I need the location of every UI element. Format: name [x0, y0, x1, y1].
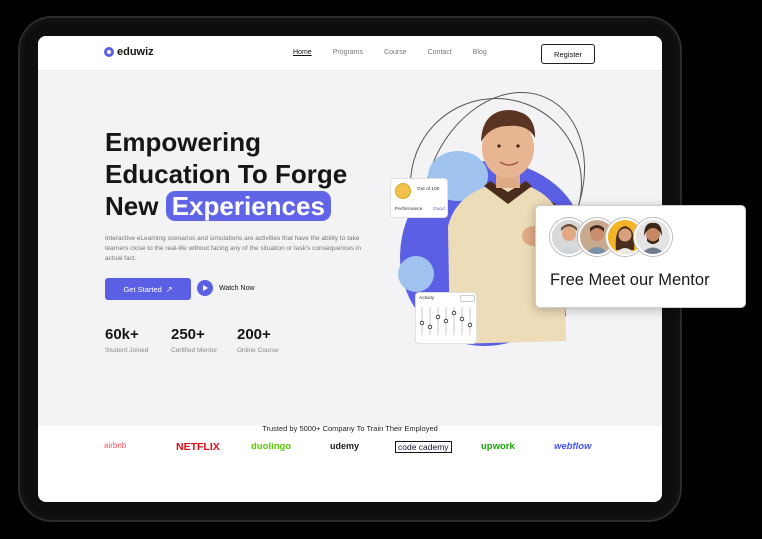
headline-line-2: Education To Forge [105, 159, 348, 189]
watch-now-button[interactable]: Watch Now [197, 280, 255, 296]
brand-upwork: upwork [481, 441, 515, 452]
hero-headline: Empowering Education To Forge New Experi… [105, 126, 347, 222]
stat-number: 200+ [237, 326, 271, 343]
navbar: eduwiz Home Programs Course Contact Blog… [38, 36, 662, 71]
get-started-label: Get Started [123, 284, 162, 294]
headline-line-3: New Experiences [105, 190, 347, 222]
score-left: Performance [395, 207, 423, 212]
stat-label: Certified Mentor [171, 347, 218, 354]
register-button[interactable]: Register [541, 44, 595, 64]
avatar [634, 218, 672, 256]
brand-netflix: NETFLIX [176, 441, 220, 453]
stat-label: Online Course [237, 347, 279, 354]
nav-link-home[interactable]: Home [293, 49, 312, 56]
nav-link-programs[interactable]: Programs [333, 49, 363, 56]
stat-label: Student Joined [105, 347, 149, 354]
brand-webflow: webflow [554, 441, 592, 452]
arrow-up-right-icon: ↗ [165, 284, 173, 294]
nav-links: Home Programs Course Contact Blog [293, 49, 508, 56]
stat-item: 200+ Online Course [237, 326, 303, 354]
mentor-avatars [550, 218, 680, 256]
nav-link-contact[interactable]: Contact [428, 49, 452, 56]
headline-highlight: Experiences [165, 191, 331, 221]
headline-new: New [105, 191, 159, 221]
score-chart-icon [395, 183, 411, 199]
activity-sliders [419, 307, 473, 335]
watch-now-label: Watch Now [219, 284, 255, 292]
play-icon [197, 280, 213, 296]
brand-airbnb: airbnb [104, 441, 127, 450]
logo[interactable]: eduwiz [104, 46, 154, 58]
brand-udemy: udemy [330, 441, 360, 451]
brand-logos: airbnb NETFLIX duolingo udemy code cadem… [98, 441, 618, 457]
mentor-popup[interactable]: Free Meet our Mentor [535, 205, 746, 308]
stats-row: 60k+ Student Joined 250+ Certified Mento… [105, 326, 303, 354]
nav-link-course[interactable]: Course [384, 49, 407, 56]
stat-number: 250+ [171, 326, 205, 343]
score-right: Good [433, 207, 445, 212]
nav-link-blog[interactable]: Blog [473, 49, 487, 56]
score-title: Out of 100 [417, 187, 440, 192]
stat-item: 250+ Certified Mentor [171, 326, 237, 354]
logo-text: eduwiz [117, 46, 154, 58]
stat-item: 60k+ Student Joined [105, 326, 171, 354]
trusted-text: Trusted by 5000+ Company To Train Their … [262, 424, 438, 433]
get-started-button[interactable]: Get Started ↗ [105, 278, 191, 300]
activity-dropdown[interactable] [460, 295, 475, 302]
activity-card: Activity [415, 292, 477, 344]
brand-duolingo: duolingo [251, 441, 292, 452]
brand-codecademy: code cademy [395, 441, 452, 453]
stat-number: 60k+ [105, 326, 139, 343]
activity-title: Activity [419, 296, 435, 301]
headline-line-1: Empowering [105, 127, 262, 157]
score-card: Out of 100 Performance Good [390, 178, 448, 218]
mentor-text: Free Meet our Mentor [550, 271, 710, 289]
hero-description: Interactive eLearning scenarios and simu… [105, 235, 361, 262]
logo-icon [104, 47, 114, 57]
